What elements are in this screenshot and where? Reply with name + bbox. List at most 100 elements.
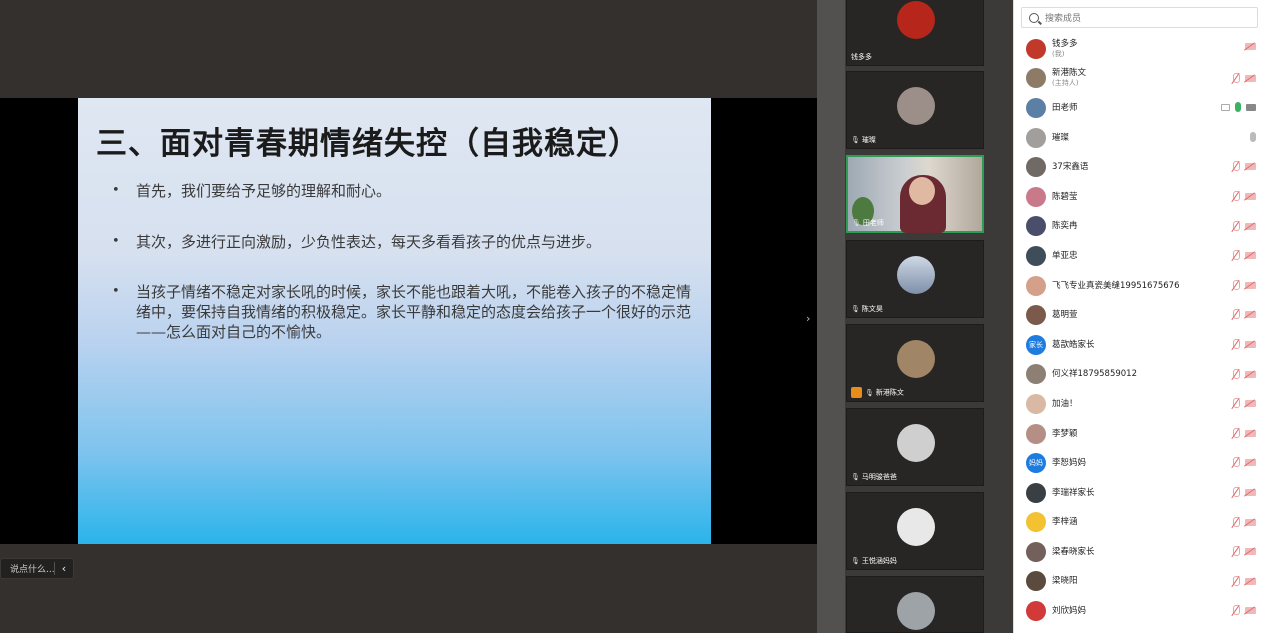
- member-row[interactable]: 加油！: [1014, 389, 1265, 419]
- screen-share-icon[interactable]: [1221, 103, 1230, 111]
- camera-off-icon[interactable]: [1245, 518, 1256, 526]
- member-row[interactable]: 飞飞专业真瓷美缝19951675676: [1014, 271, 1265, 301]
- microphone-muted-icon[interactable]: [1231, 161, 1240, 172]
- camera-off-icon[interactable]: [1245, 43, 1256, 50]
- video-tile[interactable]: 🎙 璀璨: [846, 71, 984, 149]
- member-status-icons: [1231, 546, 1256, 557]
- camera-off-icon[interactable]: [1245, 252, 1256, 260]
- member-row[interactable]: 陈碧莹: [1014, 182, 1265, 212]
- avatar: [897, 1, 935, 39]
- member-row[interactable]: 何义祥18795859012: [1014, 360, 1265, 390]
- avatar: [897, 508, 935, 546]
- video-tile[interactable]: 🎙 陈文昊: [846, 240, 984, 318]
- microphone-muted-icon[interactable]: [1231, 605, 1240, 616]
- camera-off-icon[interactable]: [1245, 192, 1256, 200]
- video-face: [909, 177, 935, 205]
- video-tile[interactable]: 钱多多: [846, 0, 984, 66]
- camera-off-icon[interactable]: [1245, 340, 1256, 348]
- camera-off-icon[interactable]: [1245, 607, 1256, 615]
- member-row[interactable]: 田老师: [1014, 93, 1265, 123]
- member-status-icons: [1231, 486, 1256, 498]
- microphone-muted-icon[interactable]: [1231, 72, 1240, 84]
- slide-title: 三、面对青春期情绪失控（自我稳定）: [96, 126, 640, 162]
- camera-off-icon[interactable]: [1245, 400, 1256, 408]
- member-avatar: [1026, 157, 1046, 178]
- chevron-left-icon[interactable]: ‹: [55, 562, 73, 575]
- microphone-muted-icon[interactable]: [1231, 575, 1240, 587]
- member-status-icons: [1231, 516, 1256, 528]
- member-row[interactable]: 葛明萱: [1014, 300, 1265, 330]
- camera-off-icon[interactable]: [1245, 370, 1256, 378]
- search-input[interactable]: [1045, 12, 1245, 23]
- slide-bullet: • 首先，我们要给予足够的理解和耐心。: [112, 181, 692, 201]
- member-row[interactable]: 钱多多 (我): [1014, 34, 1265, 64]
- member-search[interactable]: [1021, 7, 1258, 28]
- microphone-active-icon[interactable]: [1235, 102, 1241, 113]
- camera-off-icon[interactable]: [1245, 548, 1256, 556]
- member-row[interactable]: 梁晓阳: [1014, 567, 1265, 597]
- member-name: 李梦颖: [1052, 428, 1078, 439]
- video-tile[interactable]: [846, 576, 984, 633]
- microphone-muted-icon[interactable]: [1231, 279, 1240, 291]
- member-row[interactable]: 单亚忠: [1014, 241, 1265, 271]
- microphone-muted-icon[interactable]: [1231, 457, 1240, 468]
- member-status-icons: [1221, 102, 1256, 113]
- avatar: [897, 87, 935, 125]
- member-status-icons: [1231, 72, 1256, 84]
- member-row[interactable]: 妈妈 李恕妈妈: [1014, 448, 1265, 478]
- camera-off-icon[interactable]: [1245, 163, 1256, 171]
- member-row[interactable]: 刘欣妈妈: [1014, 596, 1265, 626]
- member-row[interactable]: 37宋鑫语: [1014, 152, 1265, 182]
- avatar: [897, 340, 935, 378]
- chat-input-box[interactable]: 说点什么... ‹: [0, 558, 74, 579]
- member-name-block: 钱多多 (我): [1052, 39, 1078, 59]
- microphone-muted-icon[interactable]: [1231, 250, 1240, 261]
- microphone-muted-icon[interactable]: [1231, 486, 1240, 498]
- microphone-muted-icon[interactable]: [1231, 190, 1240, 202]
- camera-icon[interactable]: [1246, 103, 1256, 111]
- microphone-muted-icon[interactable]: [1231, 546, 1240, 557]
- camera-off-icon[interactable]: [1245, 459, 1256, 467]
- member-name-block: 陈奕冉: [1052, 221, 1078, 231]
- microphone-muted-icon[interactable]: [1231, 398, 1240, 409]
- member-name-block: 李瑞祥家长: [1052, 488, 1095, 498]
- member-row[interactable]: 梁春晓家长: [1014, 537, 1265, 567]
- member-row[interactable]: 璀璨: [1014, 123, 1265, 153]
- video-tile[interactable]: 🎙 马明骏爸爸: [846, 408, 984, 486]
- camera-off-icon[interactable]: [1245, 281, 1256, 289]
- microphone-icon[interactable]: [1250, 131, 1256, 142]
- microphone-muted-icon[interactable]: [1231, 309, 1240, 320]
- video-tile[interactable]: 🎙 王悦涵妈妈: [846, 492, 984, 570]
- strip-scrollbar-track[interactable]: [817, 0, 845, 633]
- microphone-muted-icon[interactable]: [1231, 368, 1240, 380]
- member-name: 何义祥18795859012: [1052, 369, 1137, 380]
- member-avatar: 家长: [1026, 334, 1046, 355]
- member-status-icons: [1250, 131, 1256, 142]
- camera-off-icon[interactable]: [1245, 577, 1256, 585]
- member-name: 李瑞祥家长: [1052, 487, 1095, 498]
- camera-off-icon[interactable]: [1245, 311, 1256, 319]
- microphone-muted-icon[interactable]: [1231, 220, 1240, 232]
- member-row[interactable]: 家长 葛歆皓家长: [1014, 330, 1265, 360]
- member-row[interactable]: 陈奕冉: [1014, 212, 1265, 242]
- member-row[interactable]: 李瑞祥家长: [1014, 478, 1265, 508]
- chat-input-placeholder[interactable]: 说点什么...: [1, 562, 55, 575]
- microphone-muted-icon[interactable]: [1231, 516, 1240, 528]
- member-name: 葛明萱: [1052, 310, 1078, 321]
- video-tile-active-speaker[interactable]: 🎙 田老师: [846, 155, 984, 233]
- video-tile[interactable]: 🎙 新港陈文: [846, 324, 984, 402]
- member-status-icons: [1231, 457, 1256, 468]
- member-row[interactable]: 新港陈文 (主持人): [1014, 64, 1265, 94]
- camera-off-icon[interactable]: [1245, 222, 1256, 230]
- member-avatar: [1026, 275, 1046, 296]
- microphone-muted-icon[interactable]: [1231, 427, 1240, 439]
- camera-off-icon[interactable]: [1245, 74, 1256, 82]
- camera-off-icon[interactable]: [1245, 488, 1256, 496]
- member-row[interactable]: 李梦颖: [1014, 419, 1265, 449]
- member-avatar: [1026, 127, 1046, 148]
- member-name-block: 37宋鑫语: [1052, 162, 1088, 172]
- microphone-muted-icon[interactable]: [1231, 338, 1240, 350]
- member-name-block: 何义祥18795859012: [1052, 369, 1137, 379]
- member-row[interactable]: 李梓涵: [1014, 508, 1265, 538]
- camera-off-icon[interactable]: [1245, 429, 1256, 437]
